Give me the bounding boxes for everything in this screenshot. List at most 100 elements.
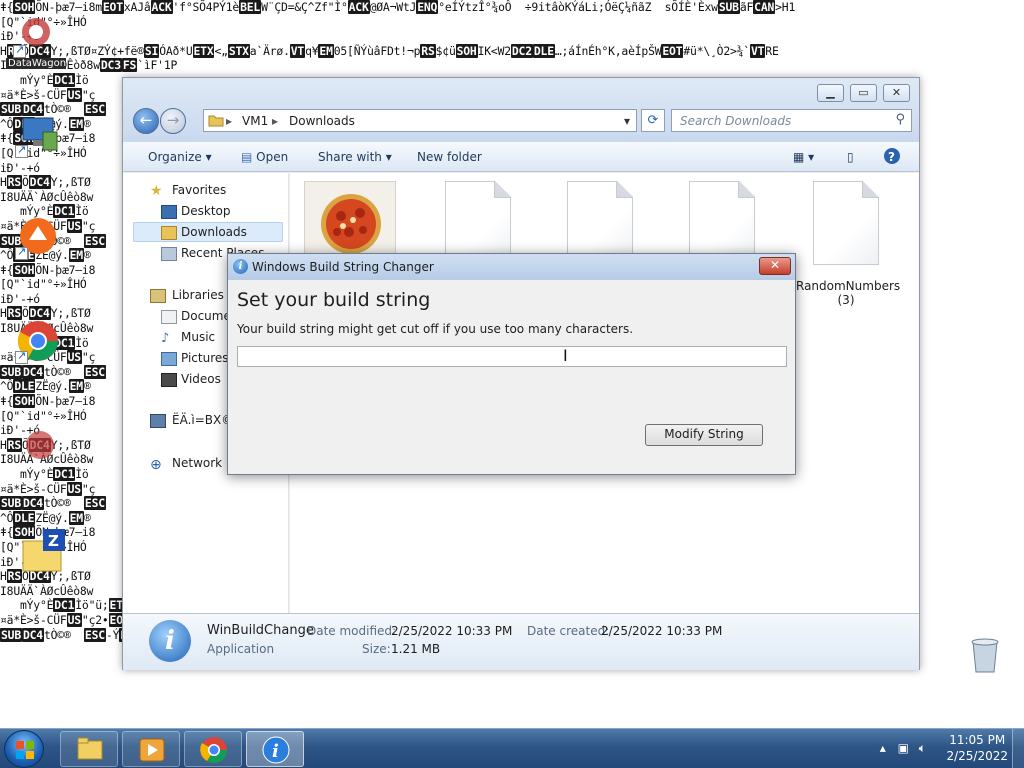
details-pane: i WinBuildChange Application Date modifi… bbox=[123, 613, 919, 670]
control-code-token: DLE bbox=[532, 43, 555, 58]
nav-item-libraries[interactable]: Libraries bbox=[172, 288, 224, 306]
taskbar-chrome[interactable] bbox=[184, 731, 242, 767]
share-with-menu[interactable]: Share with ▾ bbox=[318, 150, 392, 164]
control-code-token: SUB bbox=[0, 496, 22, 511]
file-tile-randomnumbers[interactable]: RandomNumbers (3) bbox=[796, 181, 900, 307]
datawagon-icon bbox=[17, 425, 63, 471]
control-code-token: US bbox=[66, 612, 82, 627]
control-code-token: DLE bbox=[13, 510, 36, 525]
folder-icon bbox=[77, 737, 103, 760]
control-code-token: ETX bbox=[192, 43, 215, 58]
open-button[interactable]: ▤ Open bbox=[241, 150, 288, 164]
clock[interactable]: 11:05 PM 2/25/2022 bbox=[946, 732, 1008, 764]
desktop-icon-network-monitor[interactable] bbox=[8, 112, 68, 158]
show-desktop-button[interactable] bbox=[1012, 729, 1024, 768]
build-string-dialog[interactable]: i Windows Build String Changer ✕ Set you… bbox=[227, 253, 796, 475]
search-icon[interactable]: ⚲ bbox=[895, 112, 905, 127]
build-string-input[interactable] bbox=[237, 346, 787, 367]
control-code-token: VT bbox=[749, 43, 766, 58]
shortcut-arrow-icon bbox=[13, 43, 26, 58]
recent-places-icon bbox=[161, 247, 177, 261]
nav-item-documents[interactable]: Docume bbox=[181, 309, 231, 327]
info-icon: i bbox=[233, 259, 248, 274]
control-code-token: SUB bbox=[0, 627, 22, 642]
desktop-icon-zip-folder[interactable]: Z bbox=[10, 527, 70, 573]
maximize-button[interactable]: ▭ bbox=[850, 84, 877, 102]
dialog-titlebar[interactable]: i Windows Build String Changer ✕ bbox=[228, 254, 795, 280]
desktop-icon-recycle-bin[interactable] bbox=[955, 632, 1015, 678]
control-code-token: DC4 bbox=[21, 627, 44, 642]
control-code-token: BEL bbox=[239, 0, 262, 14]
system-tray[interactable]: ▴ ▣ 🔈︎ bbox=[880, 741, 926, 756]
share-with-label: Share with bbox=[318, 150, 382, 164]
back-button[interactable]: ← bbox=[133, 108, 159, 134]
desktop-icon-datawagon-2[interactable] bbox=[10, 425, 70, 471]
preview-pane-button[interactable]: ▯ bbox=[847, 150, 854, 164]
control-code-token: RS bbox=[420, 43, 436, 58]
windows-logo-icon bbox=[16, 741, 34, 759]
taskbar-explorer[interactable] bbox=[60, 731, 118, 767]
view-options-button[interactable]: ▦ ▾ bbox=[793, 150, 814, 164]
corrupted-text-line: [Q"`id"°÷»ÎHÓ bbox=[0, 15, 1024, 30]
dialog-body: Set your build string Your build string … bbox=[228, 280, 795, 474]
forward-button[interactable]: → bbox=[160, 108, 186, 134]
control-code-token: VT bbox=[289, 43, 306, 58]
minimize-button[interactable]: ▁ bbox=[817, 84, 844, 102]
chevron-right-icon: ▸ bbox=[226, 114, 233, 128]
control-code-token: ACK bbox=[347, 0, 370, 14]
shortcut-arrow-icon bbox=[15, 143, 28, 158]
chevron-up-icon[interactable]: ▴ bbox=[880, 741, 886, 755]
close-window-button[interactable]: ✕ bbox=[883, 84, 910, 102]
start-button[interactable] bbox=[4, 730, 44, 768]
help-icon: ? bbox=[884, 148, 900, 164]
breadcrumb-downloads[interactable]: Downloads bbox=[289, 114, 355, 128]
nav-item-videos[interactable]: Videos bbox=[181, 372, 221, 390]
refresh-button[interactable]: ⟳ bbox=[641, 109, 665, 132]
network-monitor-icon bbox=[15, 112, 61, 158]
control-code-token: DC2 bbox=[510, 43, 533, 58]
nav-item-downloads[interactable]: Downloads bbox=[181, 225, 247, 243]
modify-string-button[interactable]: Modify String bbox=[645, 424, 763, 446]
organize-menu[interactable]: Organize ▾ bbox=[148, 150, 212, 164]
chrome-icon bbox=[200, 737, 228, 764]
control-code-token: EM bbox=[318, 43, 334, 58]
control-code-token: EM bbox=[68, 379, 84, 394]
info-app-icon: i bbox=[262, 736, 290, 764]
control-code-token: ESC bbox=[83, 364, 106, 379]
desktop-icon-avast[interactable] bbox=[8, 214, 68, 260]
volume-icon[interactable]: 🔈︎ bbox=[919, 741, 926, 755]
nav-item-pictures[interactable]: Pictures bbox=[181, 351, 229, 369]
chevron-down-icon[interactable]: ▾ bbox=[624, 114, 630, 128]
details-created-value: 2/25/2022 10:33 PM bbox=[601, 624, 723, 638]
address-bar[interactable]: ▸ VM1 ▸ Downloads ▾ bbox=[203, 109, 637, 132]
details-modified-label: Date modified: bbox=[307, 624, 397, 638]
shortcut-arrow-icon bbox=[15, 245, 28, 260]
nav-item-favorites[interactable]: Favorites bbox=[172, 183, 226, 201]
search-input[interactable]: Search Downloads ⚲ bbox=[671, 109, 912, 132]
documents-icon bbox=[161, 310, 177, 324]
nav-item-desktop[interactable]: Desktop bbox=[181, 204, 231, 222]
details-file-name: WinBuildChange bbox=[207, 623, 314, 638]
taskbar-winbuildchange[interactable]: i bbox=[246, 731, 304, 767]
control-code-token: ESC bbox=[83, 233, 106, 248]
control-code-token: EM bbox=[68, 510, 84, 525]
taskbar-media-player[interactable] bbox=[122, 731, 180, 767]
corrupted-text-line: ǂ{SOHÕN-þæ7–i8mEOTxAJâACK'f°SÕ4PÝ1èBELW¨… bbox=[0, 0, 796, 14]
file-tile-image[interactable] bbox=[302, 181, 398, 257]
ibeam-cursor-icon: I bbox=[563, 348, 568, 365]
star-icon: ★ bbox=[150, 183, 163, 199]
nav-item-network[interactable]: Network bbox=[172, 456, 222, 474]
new-folder-button[interactable]: New folder bbox=[417, 150, 482, 164]
desktop-icon-chrome[interactable] bbox=[8, 318, 68, 364]
nav-item-music[interactable]: Music bbox=[181, 330, 215, 348]
svg-text:i: i bbox=[272, 741, 279, 762]
network-status-icon[interactable]: ▣ bbox=[898, 741, 909, 755]
desktop-icon-datawagon[interactable]: DataWagon bbox=[6, 12, 66, 69]
downloads-folder-icon bbox=[161, 226, 177, 240]
breadcrumb-vm1[interactable]: VM1 bbox=[242, 114, 268, 128]
dialog-close-button[interactable]: ✕ bbox=[759, 257, 791, 275]
control-code-token: DC3 bbox=[99, 58, 122, 73]
folder-icon bbox=[208, 113, 224, 130]
help-button[interactable]: ? bbox=[883, 147, 901, 168]
control-code-token: SI bbox=[143, 43, 160, 58]
